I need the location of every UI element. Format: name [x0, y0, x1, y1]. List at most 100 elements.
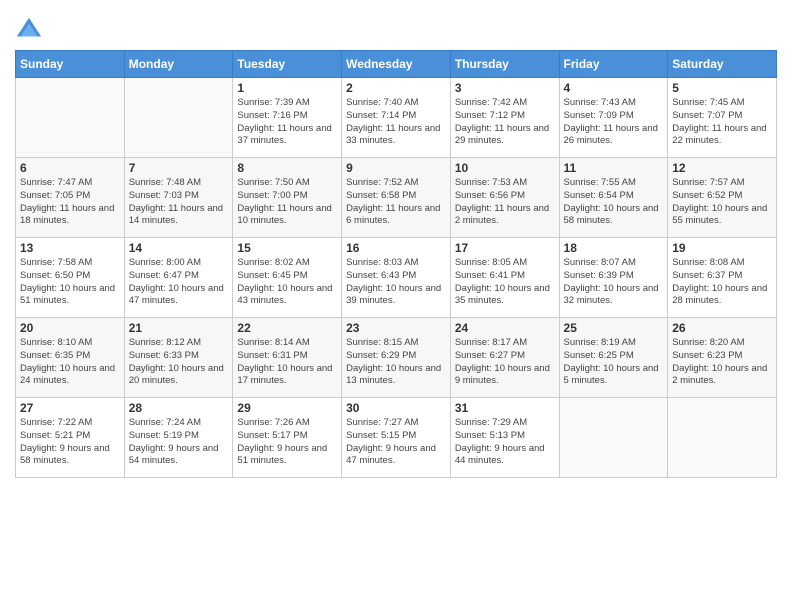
day-number: 13 — [20, 241, 120, 255]
day-cell: 6 Sunrise: 7:47 AM Sunset: 7:05 PM Daylig… — [16, 158, 125, 238]
day-info: Sunrise: 8:12 AM Sunset: 6:33 PM Dayligh… — [129, 337, 229, 388]
day-number: 17 — [455, 241, 555, 255]
day-cell: 11 Sunrise: 7:55 AM Sunset: 6:54 PM Dayli… — [559, 158, 668, 238]
header-friday: Friday — [559, 51, 668, 78]
day-number: 7 — [129, 161, 229, 175]
day-cell: 9 Sunrise: 7:52 AM Sunset: 6:58 PM Daylig… — [342, 158, 451, 238]
header-saturday: Saturday — [668, 51, 777, 78]
logo — [15, 16, 47, 44]
day-info: Sunrise: 8:17 AM Sunset: 6:27 PM Dayligh… — [455, 337, 555, 388]
day-number: 30 — [346, 401, 446, 415]
day-number: 20 — [20, 321, 120, 335]
day-cell: 16 Sunrise: 8:03 AM Sunset: 6:43 PM Dayli… — [342, 238, 451, 318]
day-cell: 13Sunrise: 7:58 AM Sunset: 6:50 PM Dayli… — [16, 238, 125, 318]
day-cell — [668, 398, 777, 478]
day-info: Sunrise: 7:50 AM Sunset: 7:00 PM Dayligh… — [237, 177, 337, 228]
day-cell — [559, 398, 668, 478]
day-cell: 24 Sunrise: 8:17 AM Sunset: 6:27 PM Dayli… — [450, 318, 559, 398]
day-number: 24 — [455, 321, 555, 335]
header-monday: Monday — [124, 51, 233, 78]
day-cell: 25 Sunrise: 8:19 AM Sunset: 6:25 PM Dayli… — [559, 318, 668, 398]
day-cell: 5 Sunrise: 7:45 AM Sunset: 7:07 PM Daylig… — [668, 78, 777, 158]
day-number: 15 — [237, 241, 337, 255]
day-cell: 1 Sunrise: 7:39 AM Sunset: 7:16 PM Daylig… — [233, 78, 342, 158]
day-cell: 14Sunrise: 8:00 AM Sunset: 6:47 PM Dayli… — [124, 238, 233, 318]
logo-icon — [15, 16, 43, 44]
day-number: 23 — [346, 321, 446, 335]
header-wednesday: Wednesday — [342, 51, 451, 78]
day-info: Sunrise: 8:03 AM Sunset: 6:43 PM Dayligh… — [346, 257, 446, 308]
day-number: 3 — [455, 81, 555, 95]
day-cell: 17 Sunrise: 8:05 AM Sunset: 6:41 PM Dayli… — [450, 238, 559, 318]
week-row-1: 1 Sunrise: 7:39 AM Sunset: 7:16 PM Daylig… — [16, 78, 777, 158]
day-number: 14 — [129, 241, 229, 255]
day-cell: 26Sunrise: 8:20 AM Sunset: 6:23 PM Dayli… — [668, 318, 777, 398]
day-cell: 29Sunrise: 7:26 AM Sunset: 5:17 PM Dayli… — [233, 398, 342, 478]
header-sunday: Sunday — [16, 51, 125, 78]
day-number: 19 — [672, 241, 772, 255]
day-info: Sunrise: 7:29 AM Sunset: 5:13 PM Dayligh… — [455, 417, 555, 468]
day-cell: 28 Sunrise: 7:24 AM Sunset: 5:19 PM Dayli… — [124, 398, 233, 478]
day-info: Sunrise: 8:02 AM Sunset: 6:45 PM Dayligh… — [237, 257, 337, 308]
day-info: Sunrise: 8:14 AM Sunset: 6:31 PM Dayligh… — [237, 337, 337, 388]
day-info: Sunrise: 8:10 AM Sunset: 6:35 PM Dayligh… — [20, 337, 120, 388]
day-number: 6 — [20, 161, 120, 175]
day-number: 1 — [237, 81, 337, 95]
day-cell: 2 Sunrise: 7:40 AM Sunset: 7:14 PM Daylig… — [342, 78, 451, 158]
day-cell: 21 Sunrise: 8:12 AM Sunset: 6:33 PM Dayli… — [124, 318, 233, 398]
page-header — [15, 10, 777, 44]
day-info: Sunrise: 7:52 AM Sunset: 6:58 PM Dayligh… — [346, 177, 446, 228]
day-info: Sunrise: 7:57 AM Sunset: 6:52 PM Dayligh… — [672, 177, 772, 228]
day-cell: 20 Sunrise: 8:10 AM Sunset: 6:35 PM Dayli… — [16, 318, 125, 398]
day-info: Sunrise: 8:07 AM Sunset: 6:39 PM Dayligh… — [564, 257, 664, 308]
day-number: 31 — [455, 401, 555, 415]
day-number: 26 — [672, 321, 772, 335]
day-number: 25 — [564, 321, 664, 335]
day-cell: 23 Sunrise: 8:15 AM Sunset: 6:29 PM Dayli… — [342, 318, 451, 398]
day-info: Sunrise: 7:53 AM Sunset: 6:56 PM Dayligh… — [455, 177, 555, 228]
header-tuesday: Tuesday — [233, 51, 342, 78]
day-cell: 3 Sunrise: 7:42 AM Sunset: 7:12 PM Daylig… — [450, 78, 559, 158]
day-number: 12 — [672, 161, 772, 175]
day-info: Sunrise: 7:39 AM Sunset: 7:16 PM Dayligh… — [237, 97, 337, 148]
day-number: 2 — [346, 81, 446, 95]
day-info: Sunrise: 8:19 AM Sunset: 6:25 PM Dayligh… — [564, 337, 664, 388]
week-row-2: 6 Sunrise: 7:47 AM Sunset: 7:05 PM Daylig… — [16, 158, 777, 238]
day-number: 4 — [564, 81, 664, 95]
day-info: Sunrise: 7:55 AM Sunset: 6:54 PM Dayligh… — [564, 177, 664, 228]
day-number: 10 — [455, 161, 555, 175]
day-info: Sunrise: 7:40 AM Sunset: 7:14 PM Dayligh… — [346, 97, 446, 148]
week-row-5: 27 Sunrise: 7:22 AM Sunset: 5:21 PM Dayli… — [16, 398, 777, 478]
day-cell: 10 Sunrise: 7:53 AM Sunset: 6:56 PM Dayli… — [450, 158, 559, 238]
day-info: Sunrise: 7:45 AM Sunset: 7:07 PM Dayligh… — [672, 97, 772, 148]
day-cell: 27 Sunrise: 7:22 AM Sunset: 5:21 PM Dayli… — [16, 398, 125, 478]
day-number: 8 — [237, 161, 337, 175]
day-info: Sunrise: 7:24 AM Sunset: 5:19 PM Dayligh… — [129, 417, 229, 468]
day-cell — [16, 78, 125, 158]
day-cell: 22 Sunrise: 8:14 AM Sunset: 6:31 PM Dayli… — [233, 318, 342, 398]
day-info: Sunrise: 7:47 AM Sunset: 7:05 PM Dayligh… — [20, 177, 120, 228]
day-info: Sunrise: 8:15 AM Sunset: 6:29 PM Dayligh… — [346, 337, 446, 388]
day-number: 11 — [564, 161, 664, 175]
day-number: 9 — [346, 161, 446, 175]
day-cell: 19Sunrise: 8:08 AM Sunset: 6:37 PM Dayli… — [668, 238, 777, 318]
day-number: 22 — [237, 321, 337, 335]
day-info: Sunrise: 7:42 AM Sunset: 7:12 PM Dayligh… — [455, 97, 555, 148]
day-cell: 4Sunrise: 7:43 AM Sunset: 7:09 PM Daylig… — [559, 78, 668, 158]
day-cell: 30 Sunrise: 7:27 AM Sunset: 5:15 PM Dayli… — [342, 398, 451, 478]
day-number: 27 — [20, 401, 120, 415]
day-cell: 15 Sunrise: 8:02 AM Sunset: 6:45 PM Dayli… — [233, 238, 342, 318]
day-number: 28 — [129, 401, 229, 415]
day-cell: 12 Sunrise: 7:57 AM Sunset: 6:52 PM Dayli… — [668, 158, 777, 238]
header-thursday: Thursday — [450, 51, 559, 78]
day-number: 16 — [346, 241, 446, 255]
day-info: Sunrise: 8:05 AM Sunset: 6:41 PM Dayligh… — [455, 257, 555, 308]
day-number: 5 — [672, 81, 772, 95]
week-row-3: 13Sunrise: 7:58 AM Sunset: 6:50 PM Dayli… — [16, 238, 777, 318]
day-number: 29 — [237, 401, 337, 415]
day-number: 21 — [129, 321, 229, 335]
day-info: Sunrise: 7:22 AM Sunset: 5:21 PM Dayligh… — [20, 417, 120, 468]
calendar-header-row: SundayMondayTuesdayWednesdayThursdayFrid… — [16, 51, 777, 78]
day-cell: 7Sunrise: 7:48 AM Sunset: 7:03 PM Daylig… — [124, 158, 233, 238]
day-info: Sunrise: 7:27 AM Sunset: 5:15 PM Dayligh… — [346, 417, 446, 468]
